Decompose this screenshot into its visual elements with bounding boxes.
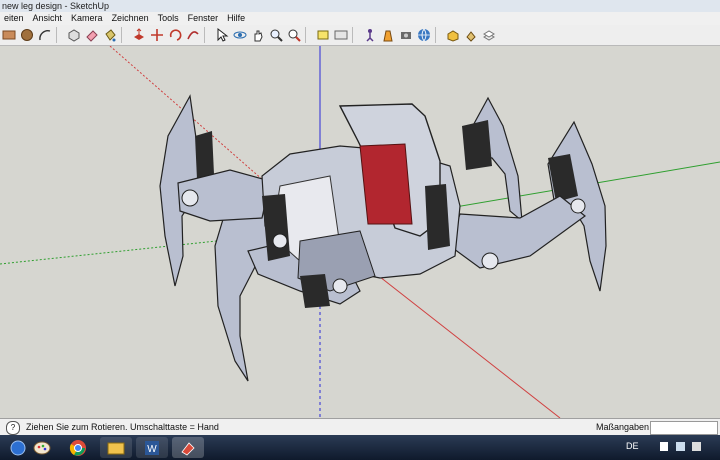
layers-icon[interactable]: [480, 27, 497, 44]
window-title: new leg design - SketchUp: [0, 0, 720, 12]
tray-flag-icon[interactable]: [660, 442, 668, 451]
zoom-extents-icon[interactable]: [285, 27, 302, 44]
leg-front-left: [214, 195, 271, 382]
get-models-icon[interactable]: [415, 27, 432, 44]
select-icon[interactable]: [213, 27, 230, 44]
menu-item-window[interactable]: Fenster: [184, 12, 224, 25]
joint-front-right: [570, 198, 586, 214]
menu-item-camera[interactable]: Kamera: [67, 12, 108, 25]
chrome-icon[interactable]: [62, 437, 94, 458]
svg-text:W: W: [147, 444, 157, 455]
rotate-icon[interactable]: [166, 27, 183, 44]
servo-back-right: [462, 120, 492, 170]
servo-front-a: [300, 274, 330, 308]
joint-left-b: [272, 233, 288, 249]
joint-right: [481, 252, 499, 270]
tape-measure-icon[interactable]: [332, 27, 349, 44]
share-model-icon[interactable]: [444, 27, 461, 44]
menu-item-view[interactable]: Ansicht: [29, 12, 68, 25]
taskbar: W DE: [0, 435, 720, 460]
status-help-icon[interactable]: ?: [6, 421, 20, 435]
eraser-icon[interactable]: [83, 27, 100, 44]
joint-left: [181, 189, 199, 207]
language-indicator[interactable]: DE: [626, 441, 639, 451]
status-bar: ? Ziehen Sie zum Rotieren. Umschalttaste…: [0, 418, 720, 436]
menu-item-draw[interactable]: Zeichnen: [108, 12, 154, 25]
measurements-field[interactable]: [650, 421, 718, 435]
pan-icon[interactable]: [249, 27, 266, 44]
make-component-icon[interactable]: [65, 27, 82, 44]
menu-item-help[interactable]: Hilfe: [223, 12, 250, 25]
circle-icon[interactable]: [18, 27, 35, 44]
paint-bucket-icon[interactable]: [101, 27, 118, 44]
servo-right-a: [425, 184, 450, 250]
sketchup-icon[interactable]: [172, 437, 204, 458]
move-icon[interactable]: [148, 27, 165, 44]
measurements-label: Maßangaben: [596, 422, 650, 432]
status-message: Ziehen Sie zum Rotieren. Umschalttaste =…: [26, 422, 219, 432]
orbit-icon[interactable]: [231, 27, 248, 44]
zoom-icon[interactable]: [267, 27, 284, 44]
model-viewport[interactable]: [0, 46, 720, 418]
push-pull-icon[interactable]: [130, 27, 147, 44]
menu-item-file[interactable]: eiten: [0, 12, 29, 25]
tray-volume-icon[interactable]: [692, 442, 701, 451]
explorer-icon[interactable]: [100, 437, 132, 458]
battery-pack: [359, 143, 413, 225]
walk-icon[interactable]: [361, 27, 378, 44]
tray-network-icon[interactable]: [676, 442, 685, 451]
rectangle-icon[interactable]: [0, 27, 17, 44]
joint-front-left: [332, 278, 348, 294]
position-camera-icon[interactable]: [397, 27, 414, 44]
look-around-icon[interactable]: [379, 27, 396, 44]
arc-icon[interactable]: [36, 27, 53, 44]
robot-model-scene: [0, 46, 720, 418]
section-plane-icon[interactable]: [314, 27, 331, 44]
toolbar: [0, 25, 720, 46]
word-icon[interactable]: W: [136, 437, 168, 458]
menu-bar: eiten Ansicht Kamera Zeichnen Tools Fens…: [0, 12, 720, 25]
follow-me-icon[interactable]: [184, 27, 201, 44]
paint-icon[interactable]: [26, 437, 58, 458]
menu-item-tools[interactable]: Tools: [154, 12, 184, 25]
components-icon[interactable]: [462, 27, 479, 44]
